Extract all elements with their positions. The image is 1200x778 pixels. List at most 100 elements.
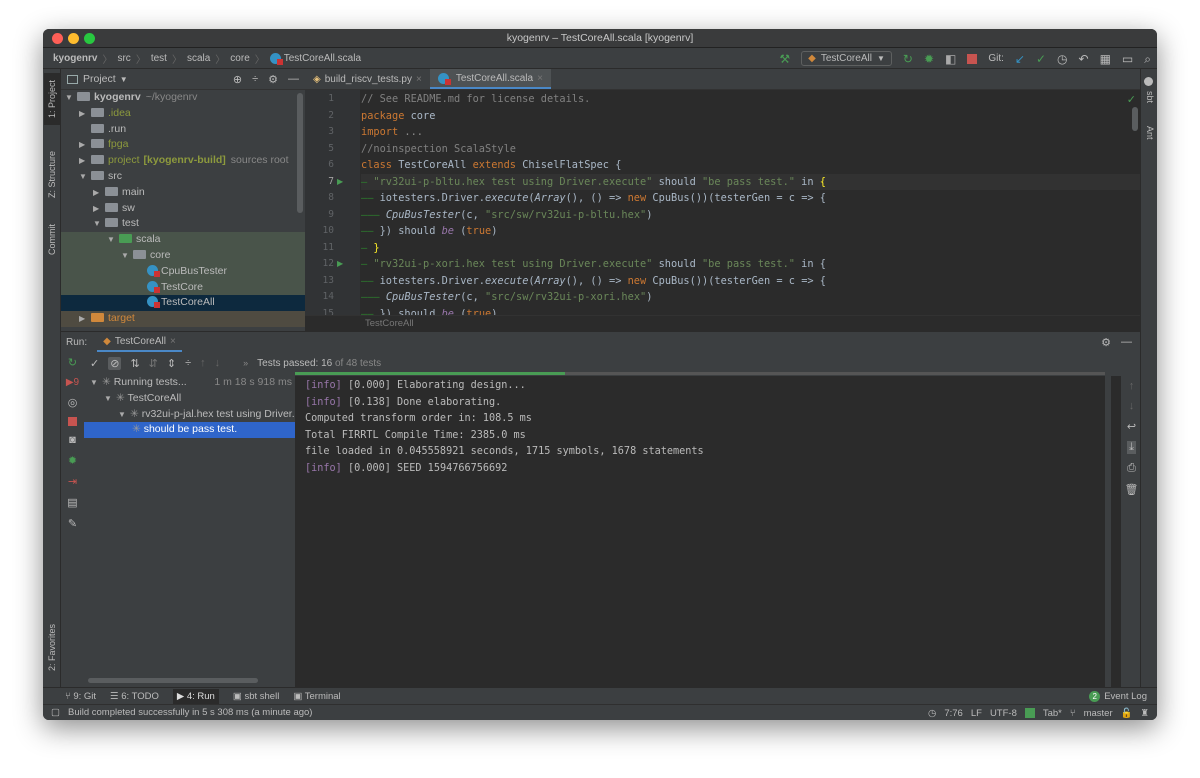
sort-alpha-icon[interactable]: ⇅ [130,357,139,370]
test-tree-item[interactable]: ✳ should be pass test. [84,422,295,439]
expand-all-icon[interactable]: ⇕ [167,357,176,370]
tree-item[interactable]: .run [61,122,305,138]
maximize-button[interactable] [84,33,95,44]
tree-item[interactable]: ▼ scala [61,232,305,248]
pin-icon[interactable]: ✎ [68,517,77,530]
chevron-down-icon[interactable]: ▼ [120,75,128,84]
project-view-select[interactable]: Project [83,73,116,85]
console-scrollbar[interactable] [1111,376,1121,688]
tree-item[interactable]: ▼ src [61,169,305,185]
caret-position[interactable]: 7:76 [944,708,963,719]
tree-item[interactable]: ▼ core [61,247,305,264]
editor-scrollbar[interactable] [1132,107,1138,131]
collapse-all-icon[interactable]: ÷ [252,73,258,86]
code-line[interactable]: class TestCoreAll extends ChiselFlatSpec… [361,157,1140,174]
breadcrumb-file[interactable]: TestCoreAll.scala [284,53,361,64]
scroll-to-end-icon[interactable]: ⤓ [1127,441,1136,454]
tree-item[interactable]: CpuBusTester [61,263,305,280]
stop-icon[interactable] [68,417,77,426]
hide-minus-icon[interactable]: — [1121,336,1132,349]
tree-item[interactable]: ▶ project [kyogenrv-build] sources root [61,153,305,169]
editor-breadcrumb[interactable]: TestCoreAll [305,315,1140,331]
breadcrumb-project[interactable]: kyogenrv [53,53,97,64]
search-icon[interactable]: ⌕ [1144,53,1151,65]
tool-tab-sbt-shell[interactable]: ▣ sbt shell [233,691,279,702]
file-encoding[interactable]: UTF-8 [990,708,1017,719]
next-arrow-icon[interactable]: ↓ [215,357,221,369]
tool-tab-ant[interactable]: Ant [1142,121,1157,145]
collapsed-arrow-icon[interactable]: ▶ [79,106,91,122]
code-line[interactable]: //noinspection ScalaStyle [361,141,1140,158]
tree-item[interactable]: TestCoreAll [61,295,305,312]
tool-tab-git[interactable]: ⑂ 9: Git [65,691,96,702]
tool-windows-toggle-icon[interactable]: ▢ [51,707,60,718]
run-test-gutter-icon[interactable]: ▶ [337,174,343,191]
code-line[interactable]: // See README.md for license details. [361,91,1140,108]
tool-tab-favorites[interactable]: 2: Favorites [44,617,60,677]
project-structure-icon[interactable]: ▦ [1100,53,1111,65]
test-tree-item[interactable]: ▼ ✳ TestCoreAll [84,391,295,407]
gear-icon[interactable]: ⚙ [1101,336,1111,349]
down-arrow-icon[interactable]: ↓ [1129,400,1135,412]
tree-item[interactable]: ▼ kyogenrv ~/kyogenrv [61,90,305,106]
code-line[interactable]: package core [361,108,1140,125]
tree-item[interactable]: TestCore [61,279,305,296]
breadcrumb-src[interactable]: src [117,53,130,64]
close-tab-icon[interactable]: × [537,73,543,84]
expanded-arrow-icon[interactable]: ▼ [65,90,77,106]
tool-tab-run[interactable]: ▶ 4: Run [172,688,219,704]
tree-item[interactable]: ▶ .idea [61,106,305,122]
run-config-select[interactable]: ◆ TestCoreAll ▼ [801,51,892,66]
tree-item[interactable]: ▶ main [61,185,305,201]
debug-bug-icon[interactable]: ✹ [924,53,934,65]
collapsed-arrow-icon[interactable]: ▶ [79,311,91,327]
line-separator[interactable]: LF [971,708,982,719]
tool-tab-sbt[interactable]: sbt [1142,87,1157,107]
exit-icon[interactable]: ⇥ [68,475,77,488]
collapse-all-icon[interactable]: ÷ [185,357,191,369]
tab-build-riscv-tests[interactable]: ◈ build_riscv_tests.py × [305,69,430,89]
inspector-icon[interactable]: ♜ [1140,708,1149,719]
camera-icon[interactable]: ◙ [69,434,76,446]
show-ignored-icon[interactable]: ⊘ [108,356,122,370]
presentation-icon[interactable]: ▭ [1122,53,1133,65]
trash-icon[interactable]: 🗑 [1125,483,1139,496]
more-chevron-icon[interactable]: » [243,358,248,368]
minimize-button[interactable] [68,33,79,44]
locate-target-icon[interactable]: ⊕ [233,73,242,86]
code-area[interactable]: // See README.md for license details. pac… [361,90,1140,315]
tab-testcoreall[interactable]: TestCoreAll.scala × [429,69,551,89]
print-icon[interactable]: ⎙ [1127,462,1136,475]
close-tab-icon[interactable]: × [170,336,176,347]
code-line[interactable]: —— iotesters.Driver.execute(Array(), () … [361,190,1140,207]
show-passed-check-icon[interactable]: ✓ [90,357,99,370]
expanded-arrow-icon[interactable]: ▼ [118,407,130,423]
git-commit-check-icon[interactable]: ✓ [1036,53,1046,65]
lock-icon[interactable]: 🔓 [1121,708,1133,719]
up-arrow-icon[interactable]: ↑ [1129,380,1135,392]
run-test-gutter-icon[interactable]: ▶ [337,256,343,273]
tool-tab-structure[interactable]: Z: Structure [44,139,60,209]
git-branch[interactable]: master [1084,708,1113,719]
indent-setting[interactable]: Tab* [1043,708,1062,719]
coverage-icon[interactable]: ◧ [945,53,956,65]
soft-wrap-icon[interactable]: ↩ [1127,420,1136,433]
debug-bug-icon[interactable]: ✹ [68,454,77,467]
tree-item[interactable]: ▶ target [61,311,305,327]
run-tab-testcoreall[interactable]: ◆ TestCoreAll × [97,332,182,352]
console-output[interactable]: [info] [0.000] Elaborating design... [inf… [295,376,1105,688]
expanded-arrow-icon[interactable]: ▼ [79,169,91,185]
code-line[interactable]: —— iotesters.Driver.execute(Array(), () … [361,273,1140,290]
tool-tab-todo[interactable]: ☰ 6: TODO [110,691,159,702]
code-line[interactable]: — "rv32ui-p-xori.hex test using Driver.e… [361,256,1140,273]
rerun-failed-icon[interactable]: ▶9 [66,377,79,388]
test-tree-item[interactable]: ▼ ✳ rv32ui-p-jal.hex test using Driver.ex… [84,407,331,423]
status-message[interactable]: Build completed successfully in 5 s 308 … [68,707,312,718]
tool-tab-commit[interactable]: Commit [44,217,60,262]
breadcrumb-core[interactable]: core [230,53,249,64]
tree-item[interactable]: ▶ fpga [61,137,305,153]
layout-icon[interactable]: ▤ [67,496,77,509]
code-line[interactable]: — } [361,240,1140,257]
rerun-icon[interactable]: ↻ [68,356,77,369]
collapsed-arrow-icon[interactable]: ▶ [79,153,91,169]
